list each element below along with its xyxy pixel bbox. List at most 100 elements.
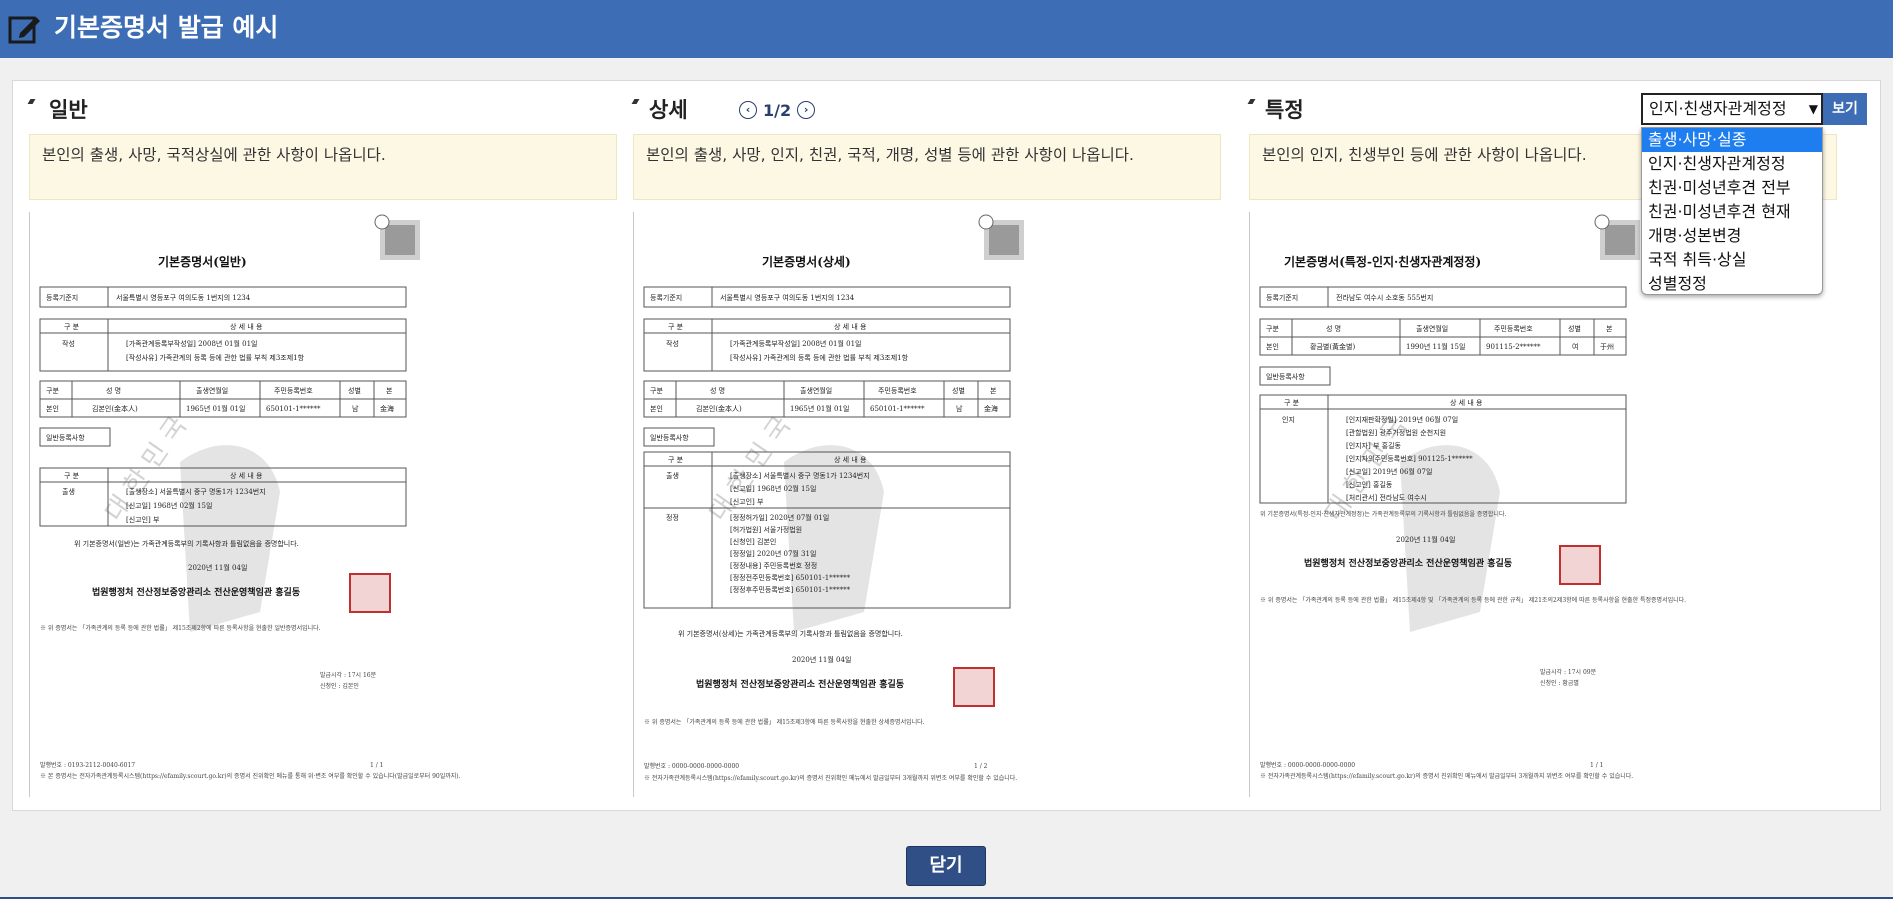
- svg-text:※ 위 증명서는 「가족관계의 등록 등에 관한 법률」 제: ※ 위 증명서는 「가족관계의 등록 등에 관한 법률」 제15조제2항에 따른…: [40, 624, 321, 632]
- svg-text:본: 본: [386, 387, 393, 395]
- page-header: 기본증명서 발급 예시: [0, 0, 1893, 58]
- svg-text:성별: 성별: [952, 386, 965, 395]
- page-indicator: 1/2: [763, 100, 792, 120]
- svg-text:[가족관계등록부작성일] 2008년 01월 01일: [가족관계등록부작성일] 2008년 01월 01일: [730, 339, 862, 348]
- svg-text:2020년 11월 04일: 2020년 11월 04일: [188, 563, 247, 572]
- svg-text:[작성사유] 가족관계의 등록 등에 관한 법률 부칙 제: [작성사유] 가족관계의 등록 등에 관한 법률 부칙 제3조제1항: [126, 353, 305, 362]
- dropdown-option[interactable]: 인지·친생자관계정정: [1642, 152, 1822, 176]
- section-title: 특정: [1265, 98, 1304, 122]
- svg-text:1 / 2: 1 / 2: [974, 763, 988, 770]
- svg-text:정정: 정정: [666, 513, 679, 522]
- select-value: 인지·친생자관계정정: [1649, 99, 1787, 118]
- svg-text:[인지재판확정일] 2019년 06월 07일: [인지재판확정일] 2019년 06월 07일: [1346, 415, 1458, 424]
- svg-text:출생연월일: 출생연월일: [196, 386, 228, 395]
- svg-text:출생: 출생: [62, 487, 75, 496]
- svg-text:[인지자의주민등록번호] 901125-1******: [인지자의주민등록번호] 901125-1******: [1346, 454, 1473, 463]
- dropdown-arrow-icon: ▼: [1808, 102, 1818, 116]
- svg-text:발행번호 : 0193-2112-0040-6017: 발행번호 : 0193-2112-0040-6017: [40, 761, 135, 769]
- svg-text:주민등록번호: 주민등록번호: [878, 386, 917, 395]
- svg-text:※ 전자가족관계등록시스템(https://efamily.: ※ 전자가족관계등록시스템(https://efamily.scourt.go.…: [1260, 772, 1633, 780]
- svg-text:발행번호 : 0000-0000-0000-0000: 발행번호 : 0000-0000-0000-0000: [1260, 761, 1355, 769]
- svg-text:등록기준지: 등록기준지: [46, 293, 78, 302]
- svg-text:[정정허가일] 2020년 07월 01일: [정정허가일] 2020년 07월 01일: [730, 513, 829, 522]
- svg-text:김본인(金本人): 김본인(金本人): [696, 404, 742, 413]
- svg-text:출생연월일: 출생연월일: [1416, 324, 1448, 333]
- close-button[interactable]: 닫기: [906, 846, 986, 886]
- svg-text:650101-1******: 650101-1******: [870, 405, 925, 413]
- dropdown-option[interactable]: 국적 취득·상실: [1642, 248, 1822, 272]
- svg-text:구 분: 구 분: [64, 323, 80, 331]
- certificate-type-dropdown: 출생·사망·실종 인지·친생자관계정정 친권·미성년후견 전부 친권·미성년후견…: [1641, 127, 1823, 295]
- svg-text:전라남도 여수시 소호동 555번지: 전라남도 여수시 소호동 555번지: [1336, 293, 1433, 302]
- svg-text:※ 전자가족관계등록시스템(https://efamily.: ※ 전자가족관계등록시스템(https://efamily.scourt.go.…: [644, 774, 1017, 782]
- doc-title: 기본증명서(특정-인지·친생자관계정정): [1284, 254, 1481, 269]
- svg-text:상 세 내 용: 상 세 내 용: [834, 322, 867, 331]
- svg-text:구 분: 구 분: [64, 472, 80, 480]
- svg-text:구분: 구분: [650, 387, 663, 395]
- svg-text:1990년 11월 15일: 1990년 11월 15일: [1406, 342, 1465, 351]
- svg-text:구 분: 구 분: [1284, 399, 1300, 407]
- svg-text:구분: 구분: [46, 387, 59, 395]
- svg-text:金海: 金海: [380, 404, 394, 413]
- svg-text:법원행정처 전산정보중앙관리소 전산운영책임관 홍길동: 법원행정처 전산정보중앙관리소 전산운영책임관 홍길동: [1304, 557, 1512, 569]
- svg-text:일반등록사항: 일반등록사항: [650, 433, 689, 442]
- svg-text:신청인 : 김본인: 신청인 : 김본인: [320, 682, 359, 690]
- svg-text:서울특별시 영등포구 여의도동 1번지의 1234: 서울특별시 영등포구 여의도동 1번지의 1234: [720, 293, 855, 302]
- section-title: 상세: [649, 98, 688, 122]
- svg-text:여: 여: [1572, 342, 1578, 351]
- pager: ‹ 1/2 ›: [739, 98, 816, 122]
- seal-qr-icon: [978, 214, 1024, 260]
- dropdown-option[interactable]: 친권·미성년후견 전부: [1642, 176, 1822, 200]
- svg-text:※ 본 증명서는 전자가족관계등록시스템(https://e: ※ 본 증명서는 전자가족관계등록시스템(https://efamily.sco…: [40, 772, 461, 780]
- svg-text:상 세 내 용: 상 세 내 용: [230, 322, 263, 331]
- dropdown-option[interactable]: 친권·미성년후견 현재: [1642, 200, 1822, 224]
- dropdown-option[interactable]: 성별정정: [1642, 272, 1822, 294]
- svg-text:서울특별시 영등포구 여의도동 1번지의 1234: 서울특별시 영등포구 여의도동 1번지의 1234: [116, 293, 251, 302]
- svg-text:1965년 01월 01일: 1965년 01월 01일: [186, 404, 245, 413]
- svg-text:등록기준지: 등록기준지: [650, 293, 682, 302]
- certificate-type-select[interactable]: 인지·친생자관계정정 ▼: [1641, 93, 1823, 125]
- svg-text:법원행정처 전산정보중앙관리소 전산운영책임관 홍길동: 법원행정처 전산정보중앙관리소 전산운영책임관 홍길동: [696, 678, 904, 690]
- svg-text:위 기본증명서(상세)는 가족관계등록부의 기록사항과 틀림: 위 기본증명서(상세)는 가족관계등록부의 기록사항과 틀림없음을 증명합니다.: [678, 629, 903, 638]
- svg-text:[출생장소] 서울특별시 중구 명동1가 1234번지: [출생장소] 서울특별시 중구 명동1가 1234번지: [730, 471, 870, 480]
- certificate-preview-detail: 대 한 민 국 기본증명서(상세) 등록기준지 서울특별시 영등포구 여의도동 …: [633, 212, 1222, 797]
- next-page-icon[interactable]: ›: [797, 101, 816, 119]
- svg-text:[정정전주민등록번호] 650101-1******: [정정전주민등록번호] 650101-1******: [730, 573, 851, 582]
- svg-text:[신고인] 부: [신고인] 부: [126, 515, 160, 524]
- svg-text:[관할법원] 광주가정법원 순천지원: [관할법원] 광주가정법원 순천지원: [1346, 428, 1446, 437]
- svg-text:※ 위 증명서는 「가족관계의 등록 등에 관한 법률」 제: ※ 위 증명서는 「가족관계의 등록 등에 관한 법률」 제15조제4항 및 「…: [1260, 596, 1686, 604]
- svg-text:[신청인] 김본인: [신청인] 김본인: [730, 537, 776, 546]
- svg-text:성 명: 성 명: [106, 386, 121, 395]
- svg-text:발급시각 : 17시 16분: 발급시각 : 17시 16분: [320, 671, 377, 679]
- svg-text:신청인 : 황금별: 신청인 : 황금별: [1540, 679, 1579, 687]
- svg-text:2020년 11월 04일: 2020년 11월 04일: [1396, 535, 1455, 544]
- svg-text:상 세 내 용: 상 세 내 용: [834, 455, 867, 464]
- certificate-preview-specific: 대 한 민 국 기본증명서(특정-인지·친생자관계정정) 등록기준지 전라남도 …: [1249, 212, 1838, 797]
- svg-text:위 기본증명서(특정-인지·친생자관계정정)는 가족관계등록: 위 기본증명서(특정-인지·친생자관계정정)는 가족관계등록부의 기록사항과 틀…: [1260, 510, 1506, 518]
- section-note: 본인의 출생, 사망, 인지, 친권, 국적, 개명, 성별 등에 관한 사항이…: [633, 134, 1221, 200]
- dropdown-option[interactable]: 개명·성본변경: [1642, 224, 1822, 248]
- section-title: 일반: [49, 98, 88, 122]
- svg-text:김본인(金本人): 김본인(金本人): [92, 404, 138, 413]
- svg-text:[작성사유] 가족관계의 등록 등에 관한 법률 부칙 제: [작성사유] 가족관계의 등록 등에 관한 법률 부칙 제3조제1항: [730, 353, 909, 362]
- svg-text:구 분: 구 분: [668, 456, 684, 464]
- content-panel: 일반 본인의 출생, 사망, 국적상실에 관한 사항이 나옵니다. 대 한 민 …: [12, 80, 1881, 811]
- svg-text:일반등록사항: 일반등록사항: [1266, 372, 1305, 381]
- svg-text:[허가법원] 서울가정법원: [허가법원] 서울가정법원: [730, 525, 802, 534]
- svg-text:작성: 작성: [666, 339, 679, 348]
- dropdown-option[interactable]: 출생·사망·실종: [1642, 128, 1822, 152]
- svg-text:발급시각 : 17시 09분: 발급시각 : 17시 09분: [1540, 668, 1597, 676]
- svg-text:대 한 민 국: 대 한 민 국: [704, 411, 798, 527]
- svg-text:2020년 11월 04일: 2020년 11월 04일: [792, 655, 851, 664]
- edit-icon: [8, 16, 40, 44]
- svg-text:[정정내용] 주민등록번호 정정: [정정내용] 주민등록번호 정정: [730, 561, 817, 570]
- view-button[interactable]: 보기: [1823, 93, 1867, 125]
- svg-text:출생연월일: 출생연월일: [800, 386, 832, 395]
- seal-qr-icon: [374, 214, 420, 260]
- svg-text:901115-2******: 901115-2******: [1486, 343, 1541, 351]
- svg-text:본인: 본인: [650, 404, 663, 413]
- svg-text:본인: 본인: [46, 404, 59, 413]
- svg-text:등록기준지: 등록기준지: [1266, 293, 1298, 302]
- prev-page-icon[interactable]: ‹: [739, 101, 757, 119]
- svg-text:일반등록사항: 일반등록사항: [46, 433, 85, 442]
